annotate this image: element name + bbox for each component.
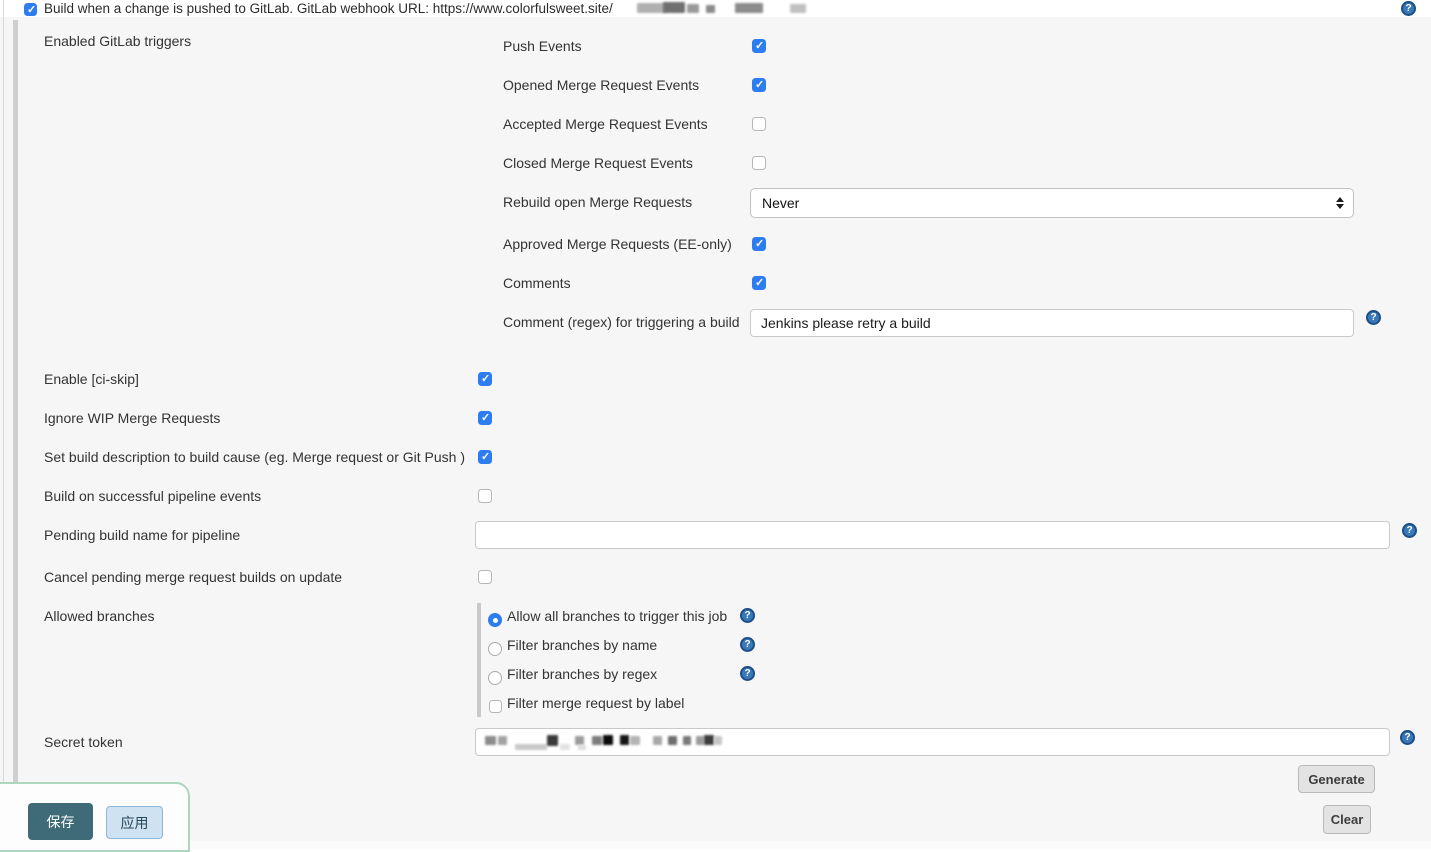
redacted-url-block	[637, 3, 665, 13]
generate-button[interactable]: Generate	[1298, 765, 1375, 793]
build-description-label: Set build description to build cause (eg…	[44, 449, 465, 465]
section-indent-bar	[13, 20, 18, 782]
allow-all-branches-radio[interactable]	[488, 613, 502, 627]
ignore-wip-checkbox[interactable]	[478, 411, 492, 425]
opened-mr-events-checkbox[interactable]	[752, 78, 766, 92]
redacted-url-block	[687, 4, 699, 13]
radio-group-indent-bar	[477, 603, 481, 717]
help-icon[interactable]: ?	[740, 666, 755, 681]
comments-checkbox[interactable]	[752, 276, 766, 290]
comments-label: Comments	[503, 275, 571, 291]
pending-build-name-input[interactable]	[475, 521, 1390, 549]
rebuild-open-mr-label: Rebuild open Merge Requests	[503, 194, 692, 210]
section-left-border	[3, 0, 4, 783]
filter-mr-by-label-label: Filter merge request by label	[507, 695, 684, 711]
help-icon[interactable]: ?	[1402, 523, 1417, 538]
pending-build-name-label: Pending build name for pipeline	[44, 527, 240, 543]
cancel-pending-label: Cancel pending merge request builds on u…	[44, 569, 342, 585]
push-events-label: Push Events	[503, 38, 582, 54]
closed-mr-events-label: Closed Merge Request Events	[503, 155, 693, 171]
push-events-checkbox[interactable]	[752, 39, 766, 53]
closed-mr-events-checkbox[interactable]	[752, 156, 766, 170]
build-on-push-checkbox[interactable]	[24, 3, 37, 16]
redacted-url-block	[663, 2, 685, 13]
allow-all-branches-label: Allow all branches to trigger this job	[507, 608, 727, 624]
filter-mr-by-label-checkbox[interactable]	[489, 700, 502, 713]
redacted-url-block	[735, 3, 763, 13]
ignore-wip-label: Ignore WIP Merge Requests	[44, 410, 220, 426]
redacted-url-block	[706, 5, 715, 13]
clear-button[interactable]: Clear	[1323, 805, 1371, 834]
approved-mr-checkbox[interactable]	[752, 237, 766, 251]
filter-branches-by-regex-label: Filter branches by regex	[507, 666, 657, 682]
select-stepper-icon	[1336, 197, 1344, 209]
approved-mr-label: Approved Merge Requests (EE-only)	[503, 236, 732, 252]
cancel-pending-checkbox[interactable]	[478, 570, 492, 584]
opened-mr-events-label: Opened Merge Request Events	[503, 77, 699, 93]
help-icon[interactable]: ?	[1401, 1, 1416, 16]
filter-branches-by-name-label: Filter branches by name	[507, 637, 657, 653]
help-icon[interactable]: ?	[740, 608, 755, 623]
pipeline-events-checkbox[interactable]	[478, 489, 492, 503]
apply-button[interactable]: 应用	[106, 806, 163, 839]
build-description-checkbox[interactable]	[478, 450, 492, 464]
header-label: Build when a change is pushed to GitLab.…	[44, 1, 613, 16]
save-button[interactable]: 保存	[28, 803, 93, 840]
pipeline-events-label: Build on successful pipeline events	[44, 488, 261, 504]
accepted-mr-events-label: Accepted Merge Request Events	[503, 116, 708, 132]
help-icon[interactable]: ?	[1400, 730, 1415, 745]
comment-regex-label: Comment (regex) for triggering a build	[503, 314, 740, 330]
accepted-mr-events-checkbox[interactable]	[752, 117, 766, 131]
redacted-url-block	[790, 4, 806, 13]
bottom-sticker-background	[0, 841, 1431, 849]
rebuild-open-mr-select-value: Never	[762, 195, 799, 211]
rebuild-open-mr-select[interactable]: Never	[750, 188, 1354, 218]
comment-regex-input[interactable]	[750, 309, 1354, 337]
allowed-branches-label: Allowed branches	[44, 608, 155, 624]
ci-skip-label: Enable [ci-skip]	[44, 371, 139, 387]
ci-skip-checkbox[interactable]	[478, 372, 492, 386]
secret-token-label: Secret token	[44, 734, 123, 750]
filter-branches-by-name-radio[interactable]	[488, 642, 502, 656]
help-icon[interactable]: ?	[1366, 310, 1381, 325]
form-section-background	[0, 17, 1431, 849]
triggers-section-label: Enabled GitLab triggers	[44, 33, 191, 49]
filter-branches-by-regex-radio[interactable]	[488, 671, 502, 685]
help-icon[interactable]: ?	[740, 637, 755, 652]
